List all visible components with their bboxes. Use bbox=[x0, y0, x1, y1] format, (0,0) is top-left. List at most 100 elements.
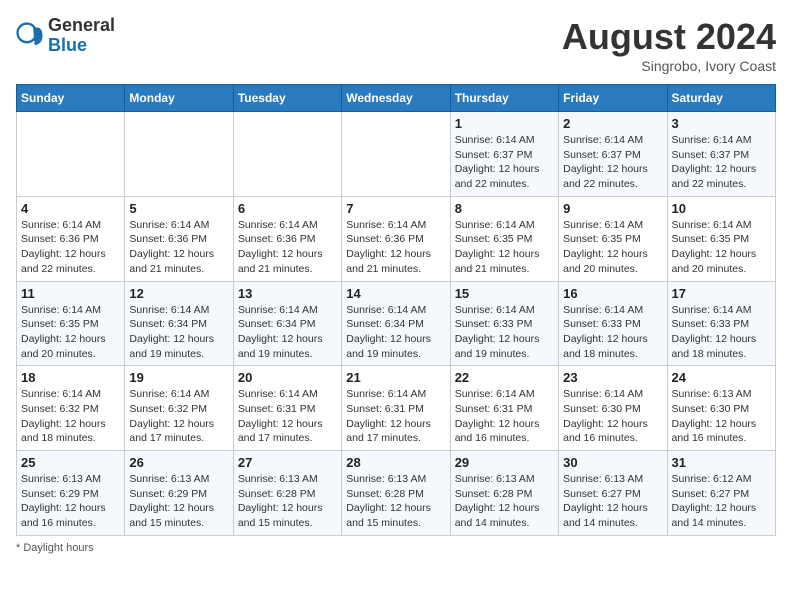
day-info: Sunrise: 6:14 AM Sunset: 6:36 PM Dayligh… bbox=[21, 218, 120, 277]
day-number: 25 bbox=[21, 455, 120, 470]
logo-general-text: General bbox=[48, 15, 115, 35]
day-info: Sunrise: 6:14 AM Sunset: 6:36 PM Dayligh… bbox=[238, 218, 337, 277]
calendar-header-row: SundayMondayTuesdayWednesdayThursdayFrid… bbox=[17, 85, 776, 112]
logo-blue-text: Blue bbox=[48, 35, 87, 55]
day-info: Sunrise: 6:14 AM Sunset: 6:31 PM Dayligh… bbox=[238, 387, 337, 446]
day-number: 20 bbox=[238, 370, 337, 385]
calendar-cell: 26Sunrise: 6:13 AM Sunset: 6:29 PM Dayli… bbox=[125, 451, 233, 536]
calendar-cell: 25 Sunrise: 6:13 AM Sunset: 6:29 PM Dayli… bbox=[17, 451, 125, 536]
day-info: Sunrise: 6:12 AM Sunset: 6:27 PM Dayligh… bbox=[672, 472, 771, 531]
day-info: Sunrise: 6:14 AM Sunset: 6:34 PM Dayligh… bbox=[129, 303, 228, 362]
day-info: Sunrise: 6:13 AM Sunset: 6:28 PM Dayligh… bbox=[346, 472, 445, 531]
location: Singrobo, Ivory Coast bbox=[562, 58, 776, 74]
calendar-table: SundayMondayTuesdayWednesdayThursdayFrid… bbox=[16, 84, 776, 536]
calendar-week-row: 25 Sunrise: 6:13 AM Sunset: 6:29 PM Dayli… bbox=[17, 451, 776, 536]
day-info: Sunrise: 6:14 AM Sunset: 6:35 PM Dayligh… bbox=[21, 303, 120, 362]
calendar-cell: 30 Sunrise: 6:13 AM Sunset: 6:27 PM Dayli… bbox=[559, 451, 667, 536]
calendar-cell bbox=[233, 112, 341, 197]
day-number: 23 bbox=[563, 370, 662, 385]
day-info: Sunrise: 6:13 AM Sunset: 6:29 PM Dayligh… bbox=[21, 472, 120, 531]
calendar-cell: 10 Sunrise: 6:14 AM Sunset: 6:35 PM Dayli… bbox=[667, 196, 775, 281]
calendar-cell: 29 Sunrise: 6:13 AM Sunset: 6:28 PM Dayli… bbox=[450, 451, 558, 536]
calendar-day-header: Wednesday bbox=[342, 85, 450, 112]
month-year: August 2024 bbox=[562, 16, 776, 58]
calendar-day-header: Friday bbox=[559, 85, 667, 112]
day-info: Sunrise: 6:14 AM Sunset: 6:37 PM Dayligh… bbox=[563, 133, 662, 192]
day-number: 11 bbox=[21, 286, 120, 301]
calendar-day-header: Tuesday bbox=[233, 85, 341, 112]
day-number: 18 bbox=[21, 370, 120, 385]
day-number: 28 bbox=[346, 455, 445, 470]
calendar-cell: 6 Sunrise: 6:14 AM Sunset: 6:36 PM Daylig… bbox=[233, 196, 341, 281]
day-number: 6 bbox=[238, 201, 337, 216]
day-info: Sunrise: 6:13 AM Sunset: 6:27 PM Dayligh… bbox=[563, 472, 662, 531]
calendar-cell: 12 Sunrise: 6:14 AM Sunset: 6:34 PM Dayli… bbox=[125, 281, 233, 366]
day-number: 3 bbox=[672, 116, 771, 131]
day-number: 12 bbox=[129, 286, 228, 301]
calendar-cell: 11 Sunrise: 6:14 AM Sunset: 6:35 PM Dayli… bbox=[17, 281, 125, 366]
day-info: Sunrise: 6:14 AM Sunset: 6:31 PM Dayligh… bbox=[455, 387, 554, 446]
calendar-week-row: 18 Sunrise: 6:14 AM Sunset: 6:32 PM Dayli… bbox=[17, 366, 776, 451]
calendar-cell: 27Sunrise: 6:13 AM Sunset: 6:28 PM Dayli… bbox=[233, 451, 341, 536]
calendar-cell: 19 Sunrise: 6:14 AM Sunset: 6:32 PM Dayli… bbox=[125, 366, 233, 451]
day-info: Sunrise: 6:14 AM Sunset: 6:37 PM Dayligh… bbox=[672, 133, 771, 192]
calendar-cell: 22 Sunrise: 6:14 AM Sunset: 6:31 PM Dayli… bbox=[450, 366, 558, 451]
day-number: 21 bbox=[346, 370, 445, 385]
calendar-cell: 16Sunrise: 6:14 AM Sunset: 6:33 PM Dayli… bbox=[559, 281, 667, 366]
calendar-cell: 28 Sunrise: 6:13 AM Sunset: 6:28 PM Dayli… bbox=[342, 451, 450, 536]
calendar-cell: 9Sunrise: 6:14 AM Sunset: 6:35 PM Daylig… bbox=[559, 196, 667, 281]
day-number: 19 bbox=[129, 370, 228, 385]
day-number: 15 bbox=[455, 286, 554, 301]
day-number: 13 bbox=[238, 286, 337, 301]
footer-note: * Daylight hours bbox=[16, 542, 776, 554]
day-number: 16 bbox=[563, 286, 662, 301]
calendar-cell: 21 Sunrise: 6:14 AM Sunset: 6:31 PM Dayli… bbox=[342, 366, 450, 451]
calendar-cell: 18Sunrise: 6:14 AM Sunset: 6:32 PM Dayli… bbox=[17, 366, 125, 451]
day-number: 1 bbox=[455, 116, 554, 131]
calendar-cell: 24 Sunrise: 6:13 AM Sunset: 6:30 PM Dayli… bbox=[667, 366, 775, 451]
calendar-cell bbox=[17, 112, 125, 197]
day-number: 10 bbox=[672, 201, 771, 216]
day-info: Sunrise: 6:14 AM Sunset: 6:35 PM Dayligh… bbox=[672, 218, 771, 277]
calendar-cell: 5Sunrise: 6:14 AM Sunset: 6:36 PM Daylig… bbox=[125, 196, 233, 281]
calendar-cell: 23Sunrise: 6:14 AM Sunset: 6:30 PM Dayli… bbox=[559, 366, 667, 451]
day-number: 4 bbox=[21, 201, 120, 216]
day-info: Sunrise: 6:14 AM Sunset: 6:37 PM Dayligh… bbox=[455, 133, 554, 192]
calendar-cell: 15 Sunrise: 6:14 AM Sunset: 6:33 PM Dayli… bbox=[450, 281, 558, 366]
day-info: Sunrise: 6:14 AM Sunset: 6:36 PM Dayligh… bbox=[346, 218, 445, 277]
day-info: Sunrise: 6:14 AM Sunset: 6:34 PM Dayligh… bbox=[346, 303, 445, 362]
day-number: 30 bbox=[563, 455, 662, 470]
calendar-week-row: 1 Sunrise: 6:14 AM Sunset: 6:37 PM Daylig… bbox=[17, 112, 776, 197]
header: General Blue August 2024 Singrobo, Ivory… bbox=[16, 16, 776, 74]
calendar-cell bbox=[342, 112, 450, 197]
day-info: Sunrise: 6:14 AM Sunset: 6:34 PM Dayligh… bbox=[238, 303, 337, 362]
calendar-day-header: Saturday bbox=[667, 85, 775, 112]
day-number: 26 bbox=[129, 455, 228, 470]
day-number: 8 bbox=[455, 201, 554, 216]
day-number: 22 bbox=[455, 370, 554, 385]
logo: General Blue bbox=[16, 16, 115, 56]
day-number: 31 bbox=[672, 455, 771, 470]
day-info: Sunrise: 6:14 AM Sunset: 6:35 PM Dayligh… bbox=[455, 218, 554, 277]
calendar-cell: 4 Sunrise: 6:14 AM Sunset: 6:36 PM Daylig… bbox=[17, 196, 125, 281]
day-info: Sunrise: 6:13 AM Sunset: 6:30 PM Dayligh… bbox=[672, 387, 771, 446]
calendar-cell: 31 Sunrise: 6:12 AM Sunset: 6:27 PM Dayli… bbox=[667, 451, 775, 536]
day-info: Sunrise: 6:14 AM Sunset: 6:31 PM Dayligh… bbox=[346, 387, 445, 446]
calendar-day-header: Sunday bbox=[17, 85, 125, 112]
calendar-cell: 8 Sunrise: 6:14 AM Sunset: 6:35 PM Daylig… bbox=[450, 196, 558, 281]
day-number: 24 bbox=[672, 370, 771, 385]
title-block: August 2024 Singrobo, Ivory Coast bbox=[562, 16, 776, 74]
day-info: Sunrise: 6:14 AM Sunset: 6:33 PM Dayligh… bbox=[455, 303, 554, 362]
day-number: 29 bbox=[455, 455, 554, 470]
footer-note-text: Daylight hours bbox=[23, 542, 93, 554]
day-info: Sunrise: 6:13 AM Sunset: 6:28 PM Dayligh… bbox=[455, 472, 554, 531]
day-info: Sunrise: 6:14 AM Sunset: 6:32 PM Dayligh… bbox=[129, 387, 228, 446]
calendar-cell: 14Sunrise: 6:14 AM Sunset: 6:34 PM Dayli… bbox=[342, 281, 450, 366]
logo-icon bbox=[16, 22, 44, 50]
day-info: Sunrise: 6:14 AM Sunset: 6:33 PM Dayligh… bbox=[672, 303, 771, 362]
calendar-cell: 7Sunrise: 6:14 AM Sunset: 6:36 PM Daylig… bbox=[342, 196, 450, 281]
day-number: 17 bbox=[672, 286, 771, 301]
day-number: 5 bbox=[129, 201, 228, 216]
day-info: Sunrise: 6:13 AM Sunset: 6:28 PM Dayligh… bbox=[238, 472, 337, 531]
day-info: Sunrise: 6:14 AM Sunset: 6:35 PM Dayligh… bbox=[563, 218, 662, 277]
